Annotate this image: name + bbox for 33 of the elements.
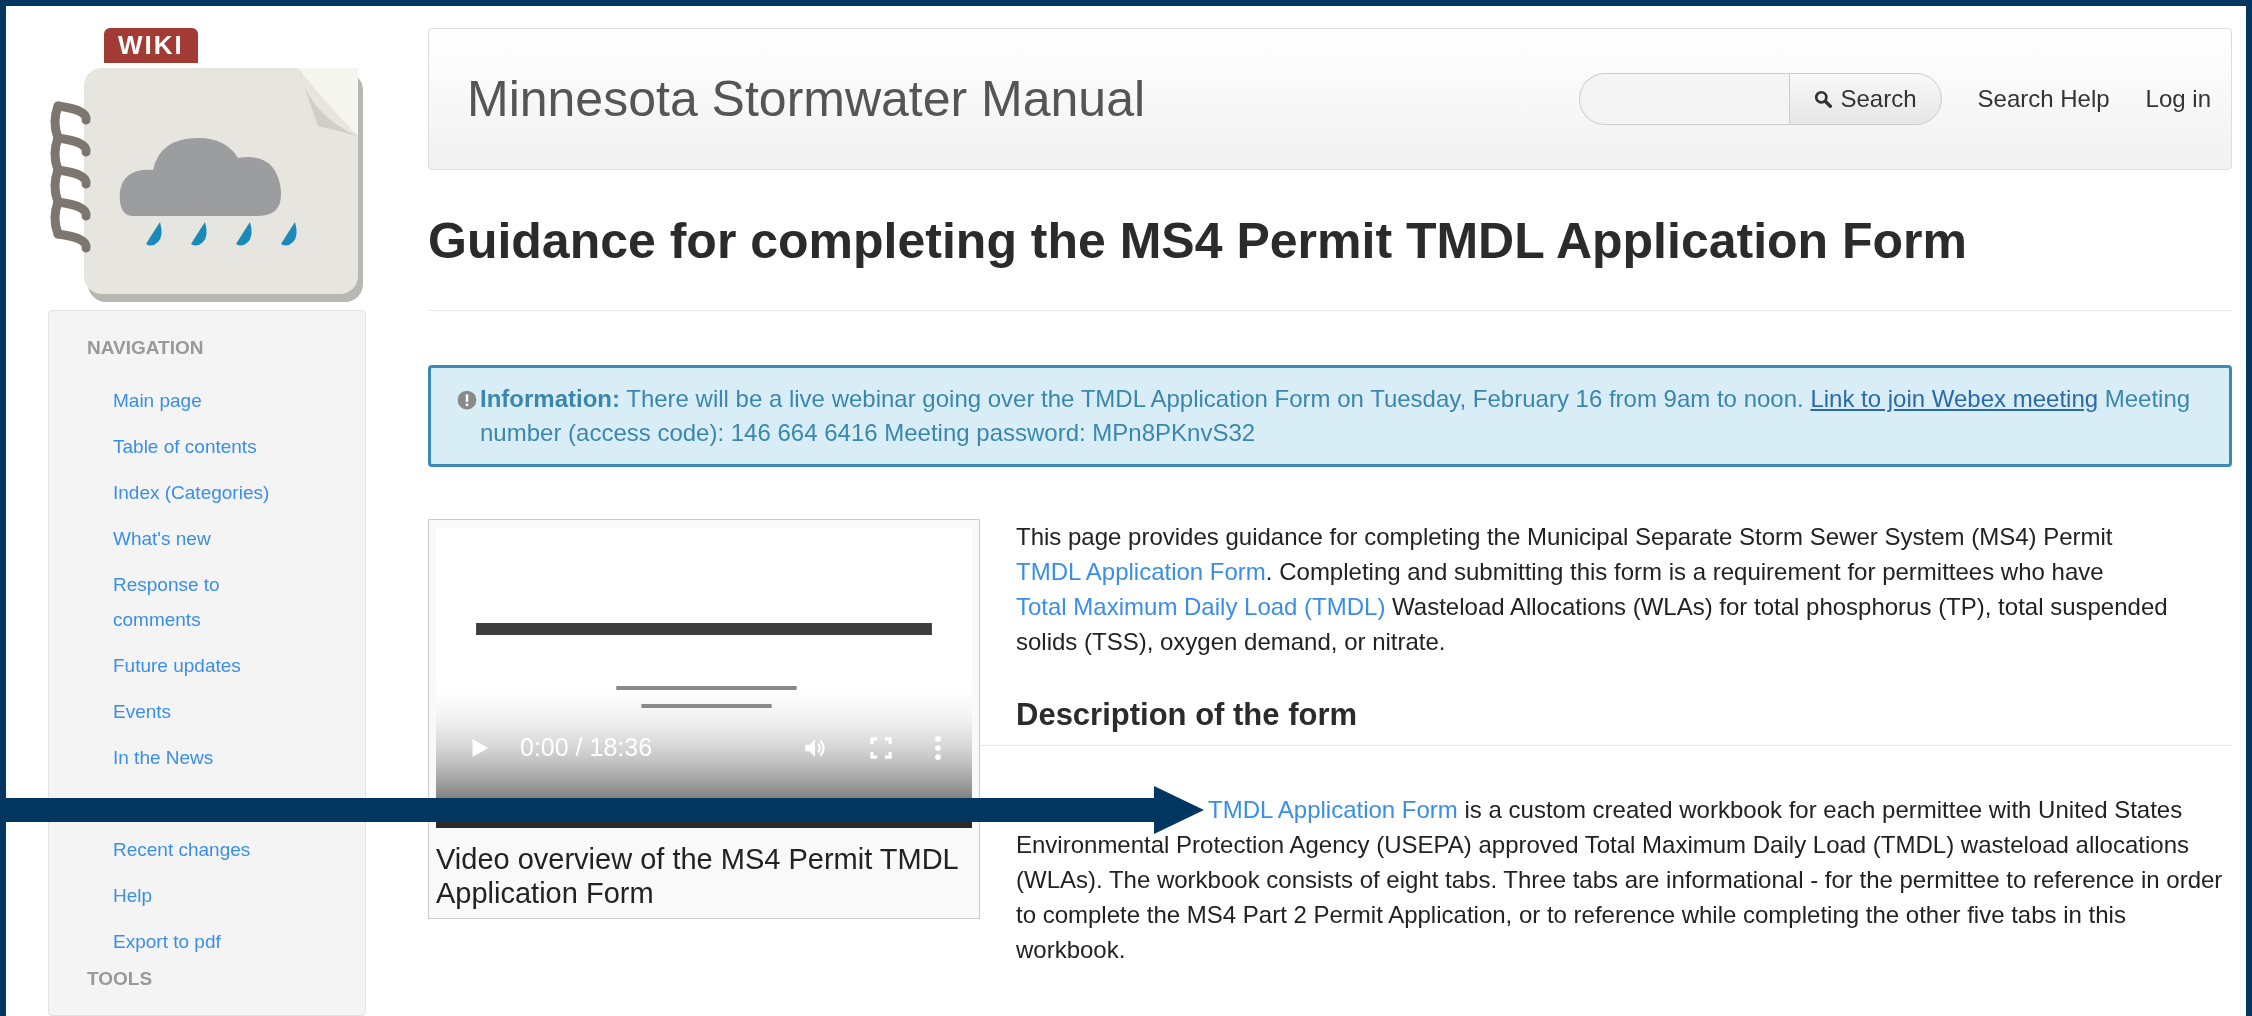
nav-link[interactable]: In the News	[113, 739, 283, 775]
header-link[interactable]: Log in	[2145, 85, 2211, 113]
nav-link[interactable]: Help	[113, 877, 283, 913]
wiki-badge[interactable]: WIKI	[104, 28, 198, 63]
tools-heading: TOOLS	[87, 968, 153, 990]
description-paragraph: TMDL Application Form is a custom created workbook for each permittee with United States Environmental Protection Agency (USEPA) approved Total Maximum Daily Load (TMDL) wasteload allocations (WLAs). The workbook consists of eight tabs. Three tabs are informational - for the permittee to reference in order to complete the MS4 Part 2 Permit Application, or to reference while completing the other five tabs in this workbook.	[1016, 795, 2224, 965]
nav-link[interactable]: Future updates	[113, 647, 283, 683]
text-link[interactable]: TMDL Application Form	[1016, 558, 1266, 585]
search-button[interactable]: Search	[1789, 73, 1942, 125]
page-heading: Guidance for completing the MS4 Permit TMDL Application Form	[428, 212, 1968, 270]
nav-link[interactable]: Index (Categories)	[113, 474, 283, 510]
search-field[interactable]	[1579, 73, 1790, 125]
navigation-heading: NAVIGATION	[87, 337, 204, 359]
header-link[interactable]: Search Help	[1977, 85, 2110, 113]
nav-link[interactable]: What's new	[113, 520, 283, 556]
nav-link[interactable]: Response to comments	[113, 566, 283, 637]
nav-link[interactable]: Events	[113, 693, 283, 729]
nav-link[interactable]: Export to pdf	[113, 923, 283, 959]
nav-link[interactable]: Main page	[113, 382, 283, 418]
search-icon	[1814, 90, 1833, 108]
nav-link[interactable]: Table of contents	[113, 428, 283, 464]
text-link[interactable]: TMDL Application Form	[1208, 796, 1458, 823]
section-heading: Description of the form	[980, 697, 2232, 746]
webex-link[interactable]: Link to join Webex meeting	[1810, 385, 2099, 412]
nav-link[interactable]: Recent changes	[113, 831, 283, 867]
video-caption: Video overview of the MS4 Permit TMDL Application Form	[436, 842, 959, 910]
more-options-icon[interactable]	[934, 734, 942, 761]
alert-icon	[457, 390, 477, 410]
info-message: Information: There will be a live webinar going over the TMDL Application Form on Tuesday, February 16 from 9am to noon. Link to join Webex meeting Meeting number (access code): 146 664 6416 Meeting password: MPn8PKnvS32	[480, 384, 2192, 448]
site-title[interactable]: Minnesota Stormwater Manual	[467, 70, 1146, 128]
fullscreen-icon[interactable]	[868, 734, 894, 761]
text-link[interactable]: Total Maximum Daily Load (TMDL)	[1016, 593, 1386, 620]
intro-paragraph: This page provides guidance for completing the Municipal Separate Storm Sewer System (MS4) Permit TMDL Application Form. Completing and submitting this form is a requirement for permittees who have Total Maximum Daily Load (TMDL) Wasteload Allocations (WLAs) for total phosphorus (TP), total suspended solids (TSS), oxygen demand, or nitrate.	[1016, 522, 2169, 657]
